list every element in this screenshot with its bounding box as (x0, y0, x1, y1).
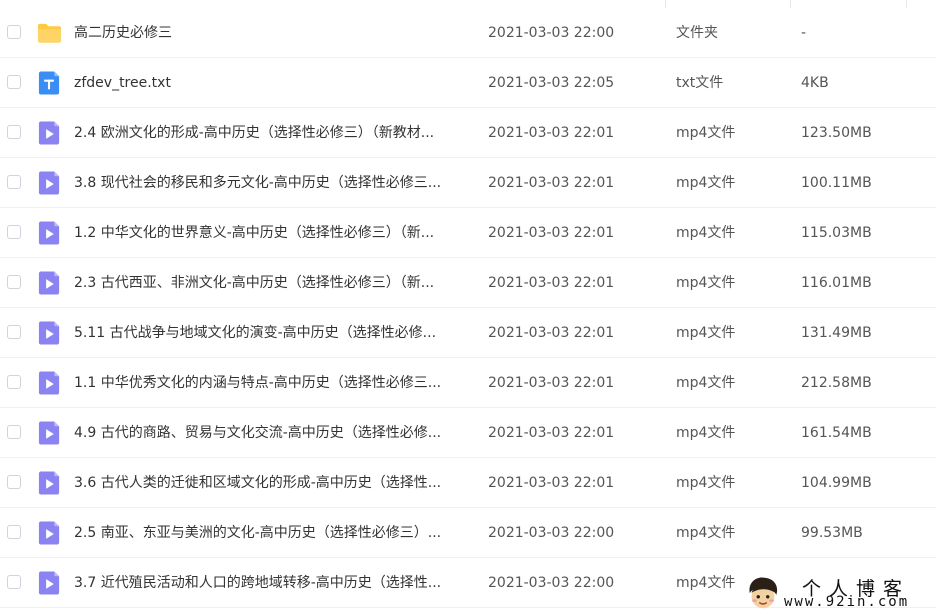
file-row[interactable]: 3.8 现代社会的移民和多元文化-高中历史（选择性必修三... 2021-03-0… (0, 158, 936, 208)
file-name[interactable]: 2.5 南亚、东亚与美洲的文化-高中历史（选择性必修三）... (74, 523, 472, 543)
file-size: 104.99MB (801, 475, 872, 491)
file-name[interactable]: 2.4 欧洲文化的形成-高中历史（选择性必修三）（新教材... (74, 123, 472, 143)
file-row[interactable]: 4.9 古代的商路、贸易与文化交流-高中历史（选择性必修... 2021-03-0… (0, 408, 936, 458)
file-date: 2021-03-03 22:01 (488, 175, 615, 191)
file-size: 99.53MB (801, 525, 863, 541)
column-divider (665, 0, 666, 8)
file-row[interactable]: 1.2 中华文化的世界意义-高中历史（选择性必修三）（新... 2021-03-0… (0, 208, 936, 258)
file-row[interactable]: 2.3 古代西亚、非洲文化-高中历史（选择性必修三）（新... 2021-03-0… (0, 258, 936, 308)
file-type: mp4文件 (676, 225, 736, 241)
video-file-icon (37, 220, 62, 246)
row-checkbox[interactable] (7, 125, 21, 139)
file-name[interactable]: 2.3 古代西亚、非洲文化-高中历史（选择性必修三）（新... (74, 273, 472, 293)
file-name[interactable]: 3.6 古代人类的迁徙和区域文化的形成-高中历史（选择性... (74, 473, 472, 493)
row-checkbox[interactable] (7, 225, 21, 239)
file-date: 2021-03-03 22:01 (488, 375, 615, 391)
file-row[interactable]: 5.11 古代战争与地域文化的演变-高中历史（选择性必修... 2021-03-0… (0, 308, 936, 358)
file-type: mp4文件 (676, 575, 736, 591)
file-row[interactable]: zfdev_tree.txt 2021-03-03 22:05 txt文件 4KB (0, 58, 936, 108)
file-size: 161.54MB (801, 425, 872, 441)
file-name[interactable]: 高二历史必修三 (74, 23, 472, 43)
file-row[interactable]: 1.1 中华优秀文化的内涵与特点-高中历史（选择性必修三... 2021-03-0… (0, 358, 936, 408)
row-checkbox[interactable] (7, 475, 21, 489)
video-file-icon (37, 170, 62, 196)
file-row[interactable]: 3.6 古代人类的迁徙和区域文化的形成-高中历史（选择性... 2021-03-0… (0, 458, 936, 508)
file-size: 212.58MB (801, 375, 872, 391)
file-date: 2021-03-03 22:01 (488, 275, 615, 291)
video-file-icon (37, 370, 62, 396)
file-date: 2021-03-03 22:01 (488, 425, 615, 441)
file-date: 2021-03-03 22:01 (488, 125, 615, 141)
file-name[interactable]: 5.11 古代战争与地域文化的演变-高中历史（选择性必修... (74, 323, 472, 343)
row-checkbox[interactable] (7, 25, 21, 39)
file-size: 4KB (801, 75, 829, 91)
file-type: 文件夹 (676, 25, 718, 41)
folder-icon (37, 20, 62, 46)
row-checkbox[interactable] (7, 325, 21, 339)
column-divider (790, 0, 791, 8)
row-checkbox[interactable] (7, 375, 21, 389)
file-type: txt文件 (676, 75, 724, 91)
file-list: 高二历史必修三 2021-03-03 22:00 文件夹 - zfdev_tree.tx… (0, 8, 936, 608)
file-name[interactable]: 4.9 古代的商路、贸易与文化交流-高中历史（选择性必修... (74, 423, 472, 443)
file-type: mp4文件 (676, 525, 736, 541)
row-checkbox[interactable] (7, 75, 21, 89)
text-file-icon (37, 70, 62, 96)
column-divider (906, 0, 907, 8)
file-row[interactable]: 2.5 南亚、东亚与美洲的文化-高中历史（选择性必修三）... 2021-03-0… (0, 508, 936, 558)
file-type: mp4文件 (676, 475, 736, 491)
file-name[interactable]: 1.2 中华文化的世界意义-高中历史（选择性必修三）（新... (74, 223, 472, 243)
file-name[interactable]: 3.8 现代社会的移民和多元文化-高中历史（选择性必修三... (74, 173, 472, 193)
file-name[interactable]: zfdev_tree.txt (74, 73, 472, 93)
video-file-icon (37, 120, 62, 146)
file-type: mp4文件 (676, 275, 736, 291)
file-size: 131.49MB (801, 325, 872, 341)
file-type: mp4文件 (676, 425, 736, 441)
file-date: 2021-03-03 22:01 (488, 475, 615, 491)
file-row[interactable]: 2.4 欧洲文化的形成-高中历史（选择性必修三）（新教材... 2021-03-0… (0, 108, 936, 158)
cartoon-face-icon (749, 577, 778, 609)
video-file-icon (37, 570, 62, 596)
row-checkbox[interactable] (7, 525, 21, 539)
video-file-icon (37, 420, 62, 446)
row-checkbox[interactable] (7, 425, 21, 439)
row-checkbox[interactable] (7, 575, 21, 589)
row-checkbox[interactable] (7, 175, 21, 189)
watermark: 个人博客 www.92in.com (742, 572, 936, 616)
file-name[interactable]: 1.1 中华优秀文化的内涵与特点-高中历史（选择性必修三... (74, 373, 472, 393)
video-file-icon (37, 320, 62, 346)
file-date: 2021-03-03 22:00 (488, 575, 615, 591)
file-date: 2021-03-03 22:05 (488, 75, 615, 91)
watermark-url: www.92in.com (784, 594, 910, 610)
file-date: 2021-03-03 22:00 (488, 525, 615, 541)
video-file-icon (37, 470, 62, 496)
file-type: mp4文件 (676, 375, 736, 391)
video-file-icon (37, 270, 62, 296)
file-name[interactable]: 3.7 近代殖民活动和人口的跨地域转移-高中历史（选择性... (74, 573, 472, 593)
file-size: - (801, 25, 807, 41)
file-type: mp4文件 (676, 175, 736, 191)
file-type: mp4文件 (676, 325, 736, 341)
file-size: 100.11MB (801, 175, 872, 191)
file-size: 115.03MB (801, 225, 872, 241)
file-size: 116.01MB (801, 275, 872, 291)
row-checkbox[interactable] (7, 275, 21, 289)
file-date: 2021-03-03 22:01 (488, 225, 615, 241)
file-date: 2021-03-03 22:01 (488, 325, 615, 341)
file-type: mp4文件 (676, 125, 736, 141)
file-row[interactable]: 高二历史必修三 2021-03-03 22:00 文件夹 - (0, 8, 936, 58)
file-date: 2021-03-03 22:00 (488, 25, 615, 41)
file-size: 123.50MB (801, 125, 872, 141)
video-file-icon (37, 520, 62, 546)
